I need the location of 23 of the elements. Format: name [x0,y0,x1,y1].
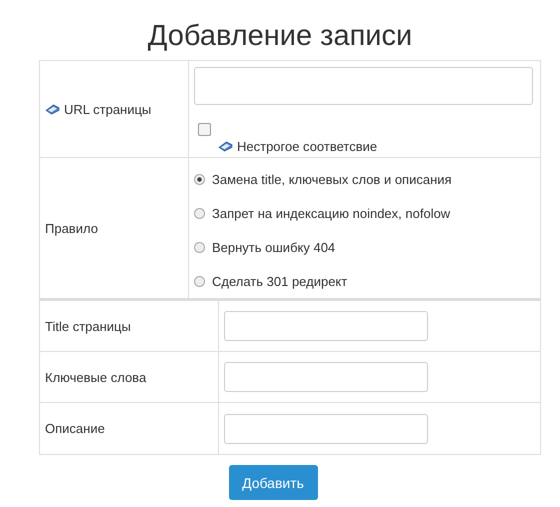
radio-label: Замена title, ключевых слов и описания [212,172,452,186]
checkbox-label: Нестрогое соответсвие [237,139,378,154]
url-input[interactable] [194,67,533,105]
radio-button[interactable] [194,208,205,218]
field-label: URL страницы [64,102,152,116]
field-label: Ключевые слова [45,370,146,384]
field-label: Title страницы [45,318,131,334]
text-input[interactable] [224,311,428,341]
radio-button[interactable] [194,242,205,252]
text-input[interactable] [224,362,428,392]
radio-label: Запрет на индексацию noindex, nofolow [212,206,450,220]
radio-label: Вернуть ошибку 404 [212,240,336,254]
text-input[interactable] [224,414,428,444]
field-label: Описание [45,421,105,436]
radio-label: Сделать 301 редирект [212,274,348,288]
radio-button[interactable] [194,276,205,286]
radio-button[interactable] [194,174,205,184]
field-label: Правило [45,220,98,236]
checkbox[interactable] [198,123,211,136]
page-title: Добавление записи [146,19,414,54]
note-icon [218,141,233,152]
add-button[interactable]: Добавить [228,465,318,500]
note-icon [45,104,60,114]
